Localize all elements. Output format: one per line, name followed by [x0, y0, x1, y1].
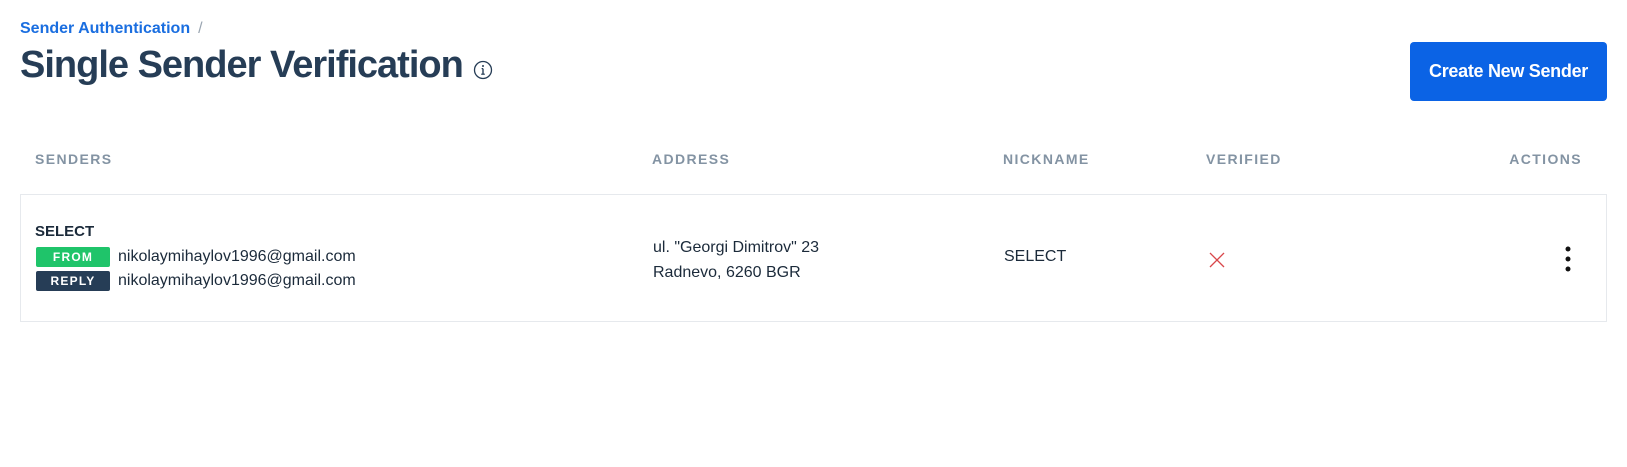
- page-title: Single Sender Verification: [20, 44, 464, 86]
- breadcrumb: Sender Authentication /: [20, 20, 203, 38]
- from-email: nikolaymihaylov1996@gmail.com: [118, 248, 356, 265]
- address-line-2: Radnevo, 6260 BGR: [653, 264, 801, 281]
- sender-reply-line: REPLY nikolaymihaylov1996@gmail.com: [36, 271, 356, 291]
- reply-badge: REPLY: [36, 271, 110, 291]
- column-header-verified: VERIFIED: [1206, 151, 1282, 167]
- address-line-1: ul. "Georgi Dimitrov" 23: [653, 239, 820, 256]
- from-badge: FROM: [36, 247, 110, 267]
- create-new-sender-button[interactable]: Create New Sender: [1410, 42, 1607, 101]
- reply-email: nikolaymihaylov1996@gmail.com: [118, 272, 356, 289]
- breadcrumb-sender-authentication-link[interactable]: Sender Authentication: [20, 20, 190, 38]
- column-header-actions: ACTIONS: [1509, 151, 1582, 167]
- page-title-container: Single Sender Verification: [20, 44, 493, 87]
- sender-nickname: SELECT: [1004, 248, 1067, 265]
- sender-from-line: FROM nikolaymihaylov1996@gmail.com: [36, 247, 356, 267]
- sender-address: ul. "Georgi Dimitrov" 23 Radnevo, 6260 B…: [653, 235, 819, 285]
- column-header-senders: SENDERS: [35, 151, 113, 167]
- column-header-nickname: NICKNAME: [1003, 151, 1090, 167]
- sender-name: SELECT: [35, 223, 95, 240]
- table-row: SELECT FROM nikolaymihaylov1996@gmail.co…: [20, 194, 1607, 322]
- column-header-address: ADDRESS: [652, 151, 731, 167]
- more-vertical-icon[interactable]: [1562, 243, 1574, 275]
- info-icon[interactable]: [473, 60, 493, 80]
- breadcrumb-separator: /: [198, 20, 203, 37]
- x-icon: [1207, 250, 1227, 270]
